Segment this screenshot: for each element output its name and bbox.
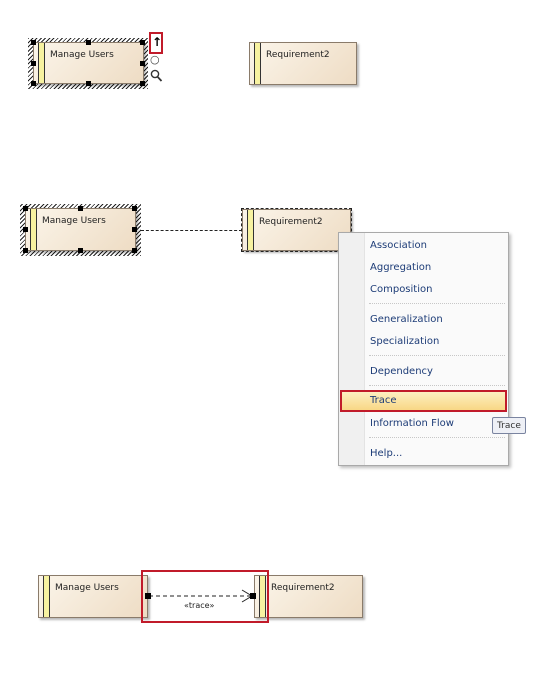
- element-label: Manage Users: [50, 50, 114, 60]
- search-icon[interactable]: [150, 68, 163, 82]
- resize-handle[interactable]: [23, 227, 28, 232]
- resize-handle[interactable]: [140, 81, 145, 86]
- element-label: Manage Users: [42, 216, 106, 226]
- resize-handle[interactable]: [23, 248, 28, 253]
- element-label: Manage Users: [55, 583, 119, 593]
- resize-handle[interactable]: [78, 248, 83, 253]
- menu-separator: [369, 437, 505, 438]
- requirement-element[interactable]: Requirement2: [254, 575, 363, 618]
- trace-highlight-box: [141, 570, 269, 623]
- menu-item-aggregation[interactable]: Aggregation: [340, 257, 507, 279]
- element-bar: [247, 210, 254, 250]
- trace-tooltip: Trace: [492, 417, 526, 434]
- resize-handle[interactable]: [78, 206, 83, 211]
- resize-handle[interactable]: [132, 248, 137, 253]
- menu-item-composition[interactable]: Composition: [340, 279, 507, 301]
- resize-handle[interactable]: [140, 61, 145, 66]
- resize-handle[interactable]: [86, 81, 91, 86]
- menu-item-help[interactable]: Help...: [340, 443, 507, 465]
- resize-handle[interactable]: [31, 81, 36, 86]
- element-bar: [38, 43, 45, 83]
- menu-separator: [369, 355, 505, 356]
- manage-users-element[interactable]: Manage Users: [25, 208, 136, 251]
- arrow-up-icon: ↑: [152, 35, 163, 49]
- manage-users-element[interactable]: Manage Users: [33, 42, 144, 84]
- resize-handle[interactable]: [132, 206, 137, 211]
- resize-handle[interactable]: [132, 227, 137, 232]
- menu-item-generalization[interactable]: Generalization: [340, 309, 507, 331]
- menu-item-trace[interactable]: Trace: [340, 390, 507, 412]
- element-bar: [30, 209, 37, 250]
- resize-handle[interactable]: [31, 61, 36, 66]
- requirement-element[interactable]: Requirement2: [249, 42, 357, 85]
- resize-handle[interactable]: [31, 40, 36, 45]
- requirement-element[interactable]: Requirement2: [241, 208, 352, 252]
- circle-icon[interactable]: ○: [150, 53, 160, 66]
- element-bar: [254, 43, 261, 84]
- manage-users-element[interactable]: Manage Users: [38, 575, 148, 618]
- quicklinker-arrow-button[interactable]: ↑: [149, 32, 163, 54]
- resize-handle[interactable]: [23, 206, 28, 211]
- menu-item-information-flow[interactable]: Information Flow: [340, 413, 507, 435]
- menu-separator: [369, 385, 505, 386]
- resize-handle[interactable]: [140, 40, 145, 45]
- drag-connector-line: [141, 230, 242, 231]
- resize-handle[interactable]: [86, 40, 91, 45]
- element-label: Requirement2: [266, 50, 330, 60]
- menu-item-association[interactable]: Association: [340, 235, 507, 257]
- element-label: Requirement2: [271, 583, 335, 593]
- menu-separator: [369, 303, 505, 304]
- menu-item-dependency[interactable]: Dependency: [340, 361, 507, 383]
- menu-item-specialization[interactable]: Specialization: [340, 331, 507, 353]
- element-label: Requirement2: [259, 217, 323, 227]
- element-bar: [43, 576, 50, 617]
- connector-type-menu: Association Aggregation Composition Gene…: [338, 232, 509, 466]
